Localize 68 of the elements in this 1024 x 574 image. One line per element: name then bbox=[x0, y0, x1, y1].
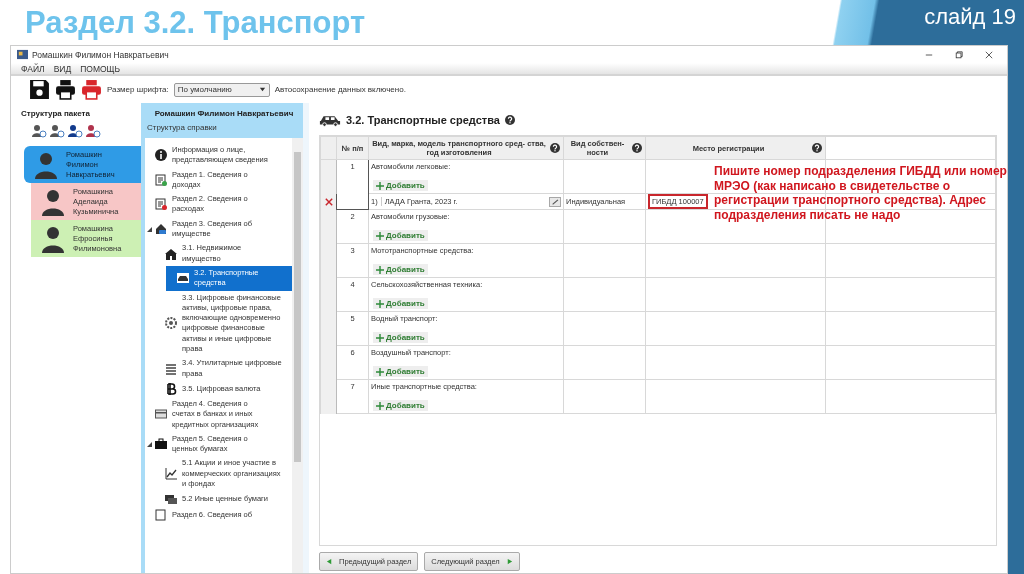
add-button[interactable]: Добавить bbox=[373, 332, 428, 343]
help-icon[interactable] bbox=[550, 143, 560, 153]
edit-icon[interactable] bbox=[549, 196, 561, 207]
list-icon bbox=[165, 362, 177, 375]
add-button[interactable]: Добавить bbox=[373, 264, 428, 275]
card-icon bbox=[155, 408, 167, 421]
app-icon bbox=[17, 49, 28, 60]
right-arrow-icon bbox=[505, 558, 513, 565]
plus-icon bbox=[376, 299, 384, 308]
car-icon bbox=[319, 113, 341, 127]
expand-triangle-icon[interactable] bbox=[146, 226, 152, 232]
add-person-icon[interactable] bbox=[85, 124, 101, 138]
plus-icon bbox=[376, 265, 384, 274]
bitcoin-icon bbox=[165, 382, 177, 395]
stack-icon bbox=[165, 493, 177, 506]
gear-icon bbox=[165, 317, 177, 330]
add-person-icon[interactable] bbox=[31, 124, 47, 138]
add-button[interactable]: Добавить bbox=[373, 400, 428, 411]
menu-item[interactable]: ВИД bbox=[53, 63, 72, 74]
plus-icon bbox=[376, 181, 384, 190]
left-arrow-icon bbox=[326, 558, 333, 565]
person-silhouette-icon bbox=[41, 187, 65, 216]
font-size-dropdown[interactable]: По умолчанию bbox=[173, 82, 270, 97]
house-icon bbox=[155, 223, 167, 236]
plus-icon bbox=[376, 333, 384, 342]
help-icon[interactable] bbox=[632, 143, 642, 153]
help-icon[interactable] bbox=[504, 115, 515, 125]
house-icon bbox=[165, 247, 177, 260]
add-person-icon[interactable] bbox=[49, 124, 65, 138]
annotation-text: Пишите номер подразделения ГИБДД или номер МРЭО (как написано в свидетельстве о регистрации транспортного средства). Адрес подразделения писать не надо bbox=[714, 164, 1008, 222]
dropdown-arrow-icon bbox=[258, 86, 266, 93]
expand-triangle-icon[interactable] bbox=[146, 441, 152, 447]
scrollbar-thumb[interactable] bbox=[294, 152, 301, 462]
slide-title: Раздел 3.2. Транспорт bbox=[24, 4, 366, 42]
menu-item[interactable]: ФАЙЛ bbox=[21, 63, 45, 74]
person-silhouette-icon bbox=[41, 224, 65, 253]
close-icon[interactable] bbox=[985, 50, 993, 59]
tree-header: Ромашкин Филимон Навкратьевич bbox=[153, 108, 295, 120]
add-button[interactable]: Добавить bbox=[373, 366, 428, 377]
font-size-label: Размер шрифта: bbox=[107, 85, 169, 94]
printer-icon[interactable] bbox=[55, 79, 76, 100]
add-button[interactable]: Добавить bbox=[373, 180, 428, 191]
plus-icon bbox=[376, 367, 384, 376]
save-icon[interactable] bbox=[29, 79, 50, 100]
info-icon bbox=[155, 149, 167, 162]
autosave-status: Автосохранение данных включено. bbox=[274, 85, 406, 94]
add-person-icon[interactable] bbox=[67, 124, 83, 138]
plus-icon bbox=[376, 231, 384, 240]
tree-subtitle: Структура справки bbox=[146, 122, 218, 134]
document-icon bbox=[155, 509, 167, 522]
briefcase-icon bbox=[155, 438, 167, 451]
add-button[interactable]: Добавить bbox=[373, 230, 428, 241]
plus-icon bbox=[376, 401, 384, 410]
scrollbar[interactable] bbox=[292, 138, 303, 573]
document-icon bbox=[155, 198, 167, 211]
chart-icon bbox=[165, 467, 177, 480]
restore-icon[interactable] bbox=[955, 50, 963, 59]
delete-icon[interactable] bbox=[324, 197, 333, 206]
add-button[interactable]: Добавить bbox=[373, 298, 428, 309]
car-icon bbox=[177, 272, 189, 285]
slide-number: слайд 19 bbox=[924, 4, 1016, 30]
document-icon bbox=[155, 173, 167, 186]
help-icon[interactable] bbox=[812, 143, 822, 153]
person-silhouette-icon bbox=[34, 150, 58, 179]
section-title: 3.2. Транспортные средства bbox=[346, 114, 500, 126]
menu-item[interactable]: ПОМОЩЬ bbox=[80, 63, 121, 74]
window-title: Ромашкин Филимон Навкратьевич bbox=[32, 49, 170, 60]
panel-title: Структура пакета bbox=[20, 109, 91, 118]
